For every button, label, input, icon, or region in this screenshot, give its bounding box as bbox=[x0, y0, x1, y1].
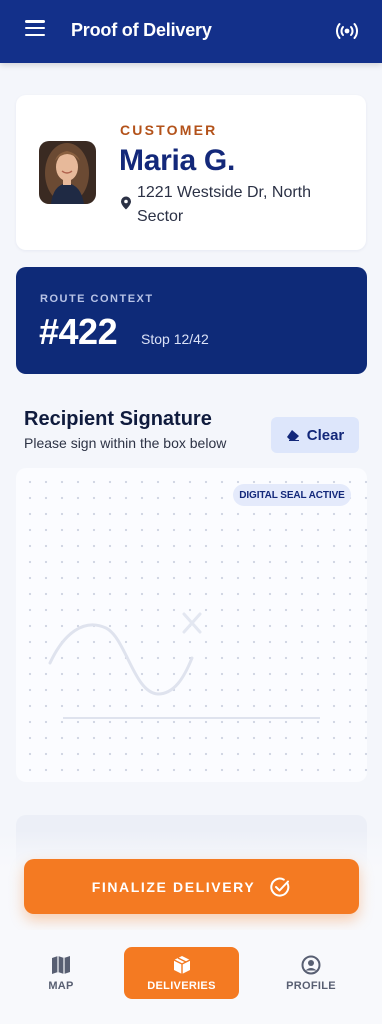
finalize-button-label: FINALIZE DELIVERY bbox=[91, 878, 256, 895]
profile-icon bbox=[301, 955, 321, 974]
finalize-delivery-button[interactable]: FINALIZE DELIVERY bbox=[24, 859, 359, 914]
nav-item-map[interactable]: MAP bbox=[30, 947, 92, 999]
signature-pad[interactable] bbox=[16, 468, 367, 782]
customer-card: CUSTOMER Maria G. 1221 Westside Dr, Nort… bbox=[16, 95, 366, 250]
customer-name: Maria G. bbox=[119, 144, 235, 177]
nav-label-deliveries: DELIVERIES bbox=[147, 979, 216, 992]
nav-item-deliveries[interactable]: DELIVERIES bbox=[124, 947, 239, 999]
page-title: Proof of Delivery bbox=[71, 20, 212, 40]
eraser-icon bbox=[286, 430, 299, 441]
map-icon bbox=[52, 955, 70, 974]
menu-icon[interactable] bbox=[25, 20, 45, 36]
route-stop: Stop 12/42 bbox=[141, 331, 209, 347]
signature-title: Recipient Signature bbox=[24, 408, 212, 430]
customer-avatar bbox=[39, 141, 96, 204]
location-pin-icon bbox=[121, 196, 131, 210]
route-context-card: ROUTE CONTEXT #422 Stop 12/42 bbox=[16, 267, 367, 374]
signature-instructions: Please sign within the box below bbox=[24, 435, 227, 451]
check-circle-icon bbox=[270, 877, 290, 897]
nav-item-profile[interactable]: PROFILE bbox=[280, 947, 342, 999]
digital-seal-badge: DIGITAL SEAL ACTIVE bbox=[233, 484, 351, 506]
route-number: #422 bbox=[39, 311, 118, 352]
route-label: ROUTE CONTEXT bbox=[40, 293, 154, 305]
package-icon bbox=[173, 955, 190, 974]
app-header: Proof of Delivery bbox=[0, 0, 382, 63]
clear-signature-button[interactable]: Clear bbox=[271, 417, 359, 453]
signal-icon[interactable] bbox=[336, 22, 358, 40]
customer-label: CUSTOMER bbox=[120, 122, 218, 138]
clear-button-label: Clear bbox=[306, 426, 345, 444]
nav-label-map: MAP bbox=[48, 979, 74, 992]
bottom-nav: MAP DELIVERIES PROFILE bbox=[0, 930, 382, 1024]
customer-address: 1221 Westside Dr, North Sector bbox=[137, 184, 312, 225]
nav-label-profile: PROFILE bbox=[286, 979, 336, 992]
